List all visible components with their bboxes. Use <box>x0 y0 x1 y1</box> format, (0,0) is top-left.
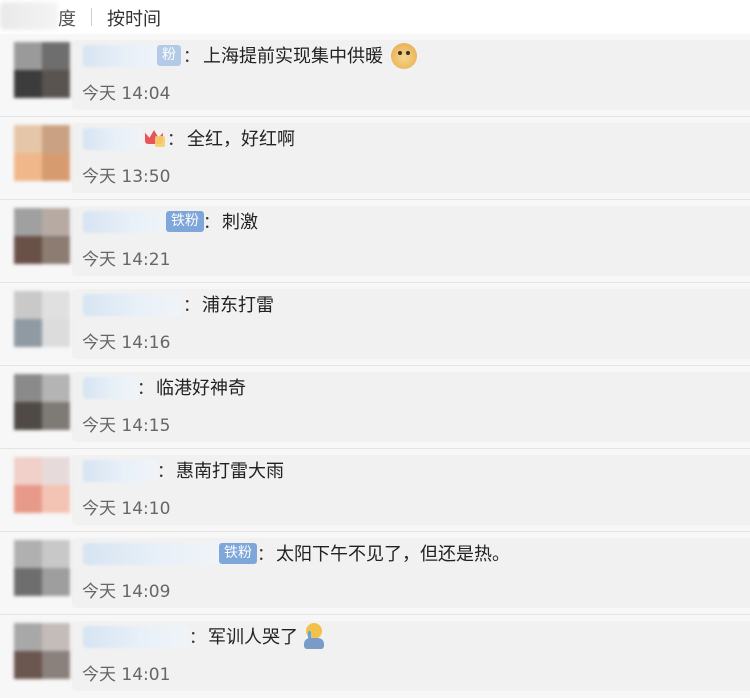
comment-time: 今天 14:10 <box>82 499 171 519</box>
crying-icon <box>304 623 324 649</box>
username-blurred[interactable] <box>83 211 173 233</box>
comment-text: 上海提前实现集中供暖 <box>203 46 383 67</box>
comment-item[interactable]: ： 惠南打雷大雨 今天 14:10 <box>0 449 750 532</box>
avatar[interactable] <box>14 291 70 347</box>
comment-text: 太阳下午不见了，但还是热。 <box>276 544 510 565</box>
comment-item[interactable]: ： 军训人哭了 今天 14:01 <box>0 615 750 698</box>
comment-text: 临港好神奇 <box>156 378 246 399</box>
comment-text: 刺激 <box>222 212 258 233</box>
comment-item[interactable]: 铁粉 ： 刺激 今天 14:21 <box>0 200 750 283</box>
comment-time: 今天 14:16 <box>82 333 171 353</box>
doge-icon <box>391 43 417 69</box>
avatar[interactable] <box>14 208 70 264</box>
username-blurred[interactable] <box>83 626 189 648</box>
avatar[interactable] <box>14 125 70 181</box>
avatar[interactable] <box>14 374 70 430</box>
colon: ： <box>167 130 184 150</box>
avatar[interactable] <box>14 623 70 679</box>
iron-fan-badge: 铁粉 <box>219 543 257 564</box>
colon: ： <box>157 462 174 482</box>
avatar[interactable] <box>14 457 70 513</box>
username-blurred[interactable] <box>83 45 163 67</box>
sort-by-hot-tab[interactable]: 度 <box>58 5 76 31</box>
sort-divider <box>91 8 92 26</box>
comment-time: 今天 14:15 <box>82 416 171 436</box>
colon: ： <box>203 213 220 233</box>
comment-time: 今天 13:50 <box>82 167 171 187</box>
username-blurred[interactable] <box>83 543 223 565</box>
username-blurred[interactable] <box>83 128 143 150</box>
comment-time: 今天 14:04 <box>82 84 171 104</box>
colon: ： <box>183 47 200 67</box>
comment-time: 今天 14:09 <box>82 582 171 602</box>
sort-by-time-tab[interactable]: 按时间 <box>107 5 161 31</box>
iron-fan-badge: 铁粉 <box>166 211 204 232</box>
colon: ： <box>189 628 206 648</box>
crown-icon <box>145 128 165 148</box>
sort-bar: 度 按时间 <box>0 0 750 34</box>
comment-text: 浦东打雷 <box>202 295 274 316</box>
comment-item[interactable]: ： 浦东打雷 今天 14:16 <box>0 283 750 366</box>
username-blurred[interactable] <box>83 294 181 316</box>
username-blurred[interactable] <box>83 460 157 482</box>
comment-time: 今天 14:21 <box>82 250 171 270</box>
username-blurred[interactable] <box>83 377 138 399</box>
colon: ： <box>183 296 200 316</box>
avatar[interactable] <box>14 540 70 596</box>
blurred-user-area <box>0 2 58 30</box>
comment-item[interactable]: ： 临港好神奇 今天 14:15 <box>0 366 750 449</box>
comment-item[interactable]: 铁粉 ： 太阳下午不见了，但还是热。 今天 14:09 <box>0 532 750 615</box>
colon: ： <box>137 379 154 399</box>
avatar[interactable] <box>14 42 70 98</box>
comment-item[interactable]: ： 全红，好红啊 今天 13:50 <box>0 117 750 200</box>
comment-item[interactable]: 粉 ： 上海提前实现集中供暖 今天 14:04 <box>0 34 750 117</box>
fan-badge: 粉 <box>157 45 181 66</box>
comment-text: 军训人哭了 <box>208 627 298 648</box>
colon: ： <box>257 545 274 565</box>
comment-text: 惠南打雷大雨 <box>176 461 284 482</box>
comment-time: 今天 14:01 <box>82 665 171 685</box>
comment-text: 全红，好红啊 <box>187 129 295 150</box>
